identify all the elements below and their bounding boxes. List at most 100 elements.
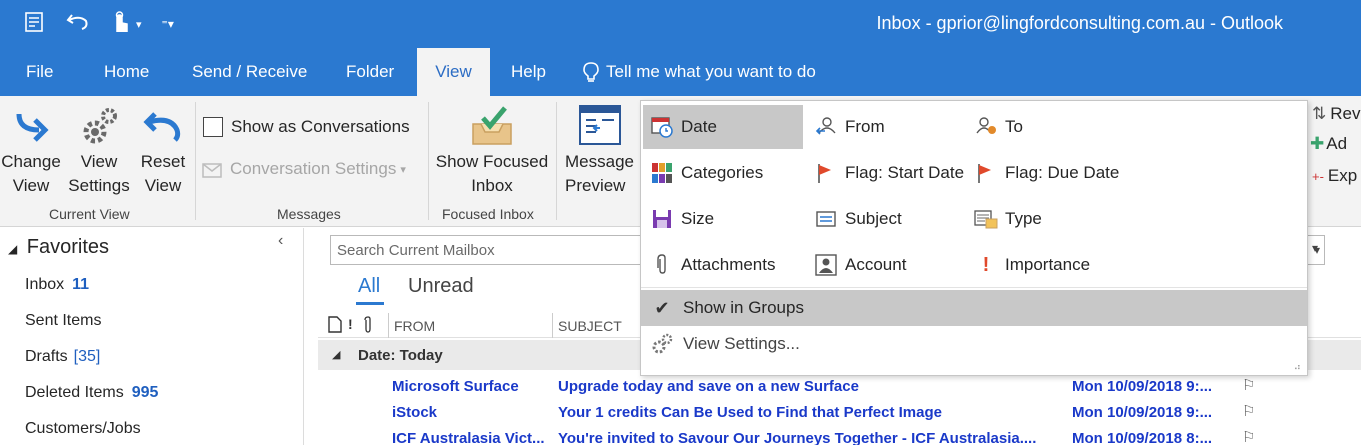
favorites-header[interactable]: ◢ Favorites — [8, 236, 109, 259]
flag-icon[interactable]: ⚐ — [1242, 376, 1255, 394]
menu-item-label: Type — [1005, 209, 1042, 228]
group-divider — [556, 102, 557, 220]
tab-file[interactable]: File — [26, 48, 53, 96]
menu-item-label: From — [845, 117, 885, 136]
email-row[interactable]: Microsoft Surface Upgrade today and save… — [318, 373, 1361, 399]
tell-me-box[interactable]: Tell me what you want to do — [582, 48, 816, 96]
filter-unread-tab[interactable]: Unread — [408, 275, 474, 298]
dropdown-icon[interactable]: ▾ — [136, 18, 142, 31]
show-as-conversations-checkbox[interactable]: Show as Conversations — [203, 117, 410, 137]
collapse-pane-icon[interactable]: ‹ — [278, 232, 283, 250]
menu-divider — [641, 287, 1307, 288]
window-title: Inbox - gprior@lingfordconsulting.com.au… — [876, 13, 1283, 33]
change-view-icon — [0, 106, 62, 150]
paperclip-icon[interactable] — [362, 316, 374, 337]
tab-send-receive[interactable]: Send / Receive — [192, 48, 307, 96]
search-placeholder: Search Current Mailbox — [337, 242, 495, 259]
menu-item-label: Subject — [845, 209, 902, 228]
menu-item-to[interactable]: To — [967, 105, 1147, 149]
email-subject: You're invited to Savour Our Journeys To… — [558, 430, 1037, 445]
check-icon: ✔ — [654, 297, 670, 318]
envelope-icon — [202, 159, 224, 179]
email-from: Microsoft Surface — [392, 378, 519, 395]
filter-all-tab[interactable]: All — [358, 275, 380, 298]
menu-item-label: Importance — [1005, 255, 1091, 274]
paperclip-icon — [649, 252, 675, 278]
focused-inbox-group-label: Focused Inbox — [442, 206, 534, 222]
collapse-triangle-icon: ◢ — [332, 349, 341, 361]
arrange-dropdown-icon[interactable]: ▾ — [1308, 238, 1326, 262]
title-bar: ▾ ⁼▾ Inbox - gprior@lingfordconsulting.c… — [0, 0, 1361, 48]
folder-pane: ◢ Favorites ‹ Inbox 11 Sent Items Drafts [… — [0, 228, 304, 445]
menu-item-label: Categories — [681, 163, 764, 182]
resize-grip-icon[interactable]: ⠴ — [1294, 362, 1301, 373]
tab-folder[interactable]: Folder — [346, 48, 394, 96]
reset-view-button[interactable]: Reset View — [136, 106, 190, 198]
flag-icon — [973, 160, 999, 186]
tell-me-text: Tell me what you want to do — [606, 62, 816, 81]
touch-mode-icon[interactable] — [110, 10, 130, 39]
expand-collapse-button[interactable]: +- Exp — [1312, 166, 1357, 186]
folder-item-deleted-items[interactable]: Deleted Items 995 — [25, 384, 158, 402]
folder-label: Inbox — [25, 276, 65, 293]
folder-item-customers-jobs[interactable]: Customers/Jobs — [25, 420, 141, 438]
email-row[interactable]: iStock Your 1 credits Can Be Used to Fin… — [318, 399, 1361, 425]
reset-view-label: Reset View — [140, 152, 186, 195]
menu-item-flag-start-date[interactable]: Flag: Start Date — [807, 151, 967, 195]
column-divider — [552, 313, 553, 338]
categories-icon — [649, 160, 675, 186]
menu-item-flag-due-date[interactable]: Flag: Due Date — [967, 151, 1167, 195]
type-icon — [973, 206, 999, 232]
expand-collapse-icon: +- — [1312, 168, 1324, 184]
message-preview-icon — [562, 104, 638, 150]
menu-item-subject[interactable]: Subject — [807, 197, 967, 241]
gear-icon — [641, 333, 683, 355]
flag-icon[interactable]: ⚐ — [1242, 402, 1255, 420]
reverse-sort-button[interactable]: ⇅ Rev — [1312, 104, 1360, 124]
conversation-settings-button[interactable]: Conversation Settings ▾ — [202, 159, 406, 179]
folder-label: Drafts — [25, 348, 68, 365]
menu-item-attachments[interactable]: Attachments — [643, 243, 803, 287]
menu-item-date[interactable]: Date — [643, 105, 803, 149]
email-row[interactable]: ICF Australasia Vict... You're invited t… — [318, 425, 1361, 445]
customize-icon[interactable]: ⁼▾ — [162, 17, 174, 31]
draft-count: [35] — [73, 348, 101, 365]
show-focused-inbox-button[interactable]: Show Focused Inbox — [432, 104, 552, 198]
lightbulb-icon — [582, 61, 600, 83]
menu-item-size[interactable]: Size — [643, 197, 803, 241]
chevron-down-icon: ▾ — [400, 163, 406, 176]
group-divider — [428, 102, 429, 220]
importance-column-icon[interactable]: ! — [348, 316, 353, 332]
menu-item-account[interactable]: Account — [807, 243, 967, 287]
column-divider — [388, 313, 389, 338]
folder-item-drafts[interactable]: Drafts [35] — [25, 348, 100, 366]
column-header-from[interactable]: FROM — [394, 318, 435, 334]
from-contact-icon — [813, 114, 839, 140]
tab-help[interactable]: Help — [511, 48, 546, 96]
menu-item-categories[interactable]: Categories — [643, 151, 803, 195]
email-from: ICF Australasia Vict... — [392, 430, 545, 445]
menu-item-label: Show in Groups — [683, 298, 804, 317]
column-header-subject[interactable]: SUBJECT — [558, 318, 622, 334]
document-icon[interactable] — [328, 316, 342, 336]
folder-item-sent-items[interactable]: Sent Items — [25, 312, 101, 330]
conversation-settings-label: Conversation Settings — [230, 159, 397, 178]
send-receive-icon[interactable] — [24, 11, 46, 38]
menu-item-type[interactable]: Type — [967, 197, 1147, 241]
add-columns-button[interactable]: ✚ Ad — [1310, 134, 1347, 154]
change-view-button[interactable]: Change View — [0, 106, 62, 198]
message-preview-button[interactable]: Message Preview — [562, 104, 638, 198]
menu-item-show-in-groups[interactable]: ✔ Show in Groups — [641, 290, 1307, 326]
view-settings-button[interactable]: View Settings — [64, 106, 134, 198]
folder-item-inbox[interactable]: Inbox 11 — [25, 276, 89, 294]
tab-view[interactable]: View — [417, 48, 490, 96]
menu-item-importance[interactable]: ! Importance — [967, 243, 1147, 287]
change-view-label: Change View — [1, 152, 61, 195]
tab-home[interactable]: Home — [104, 48, 149, 96]
menu-item-from[interactable]: From — [807, 105, 967, 149]
account-icon — [813, 252, 839, 278]
reverse-sort-label: Rev — [1330, 104, 1361, 123]
flag-icon[interactable]: ⚐ — [1242, 428, 1255, 445]
undo-icon[interactable] — [66, 11, 90, 38]
menu-item-view-settings[interactable]: View Settings... — [641, 326, 1307, 362]
